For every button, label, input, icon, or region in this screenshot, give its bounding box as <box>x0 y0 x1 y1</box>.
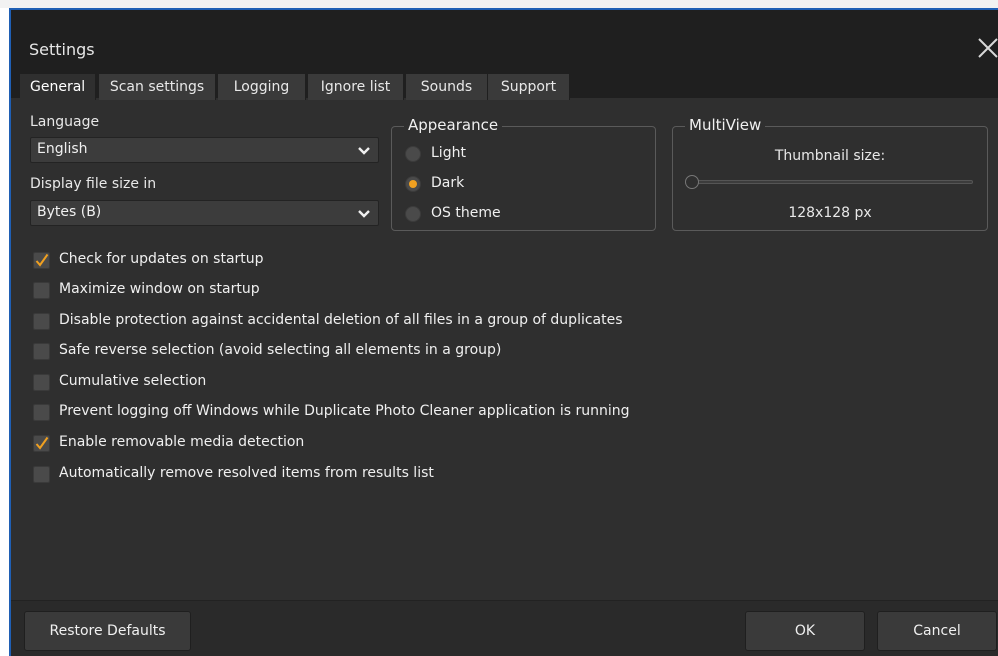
radio-os-theme[interactable]: OS theme <box>405 204 605 226</box>
filesize-value: Bytes (B) <box>37 204 102 220</box>
tab-logging[interactable]: Logging <box>218 74 306 100</box>
option-maximize-window[interactable]: Maximize window on startup <box>33 280 933 302</box>
radio-dark-label: Dark <box>431 175 465 191</box>
radio-light-label: Light <box>431 145 466 161</box>
option-label: Check for updates on startup <box>59 251 264 267</box>
thumbnail-slider-track[interactable] <box>687 180 973 184</box>
option-label: Automatically remove resolved items from… <box>59 465 434 481</box>
multiview-group: MultiView Thumbnail size: 128x128 px <box>672 116 988 231</box>
checkmark-icon <box>35 253 49 267</box>
option-disable-protection[interactable]: Disable protection against accidental de… <box>33 311 933 333</box>
thumbnail-size-label: Thumbnail size: <box>774 148 886 164</box>
checkmark-icon <box>35 436 49 450</box>
title-bar: Settings <box>11 10 998 72</box>
filesize-label: Display file size in <box>30 176 157 192</box>
checkbox[interactable] <box>33 282 50 299</box>
checkbox[interactable] <box>33 404 50 421</box>
option-auto-remove-resolved[interactable]: Automatically remove resolved items from… <box>33 464 933 486</box>
option-cumulative-selection[interactable]: Cumulative selection <box>33 372 933 394</box>
radio-dark-button[interactable] <box>405 176 421 192</box>
option-label: Maximize window on startup <box>59 281 260 297</box>
radio-dark[interactable]: Dark <box>405 174 605 196</box>
checkbox[interactable] <box>33 343 50 360</box>
settings-dialog: Settings General Scan settings Logging I… <box>9 8 998 656</box>
thumbnail-size-value: 128x128 px <box>788 205 872 221</box>
option-label: Prevent logging off Windows while Duplic… <box>59 403 630 419</box>
appearance-group: Appearance Light Dark OS theme <box>391 116 656 231</box>
window-title: Settings <box>29 40 95 59</box>
radio-light-button[interactable] <box>405 146 421 162</box>
option-removable-media[interactable]: Enable removable media detection <box>33 433 933 455</box>
ok-button[interactable]: OK <box>745 611 865 651</box>
checkbox[interactable] <box>33 313 50 330</box>
cancel-button[interactable]: Cancel <box>877 611 997 651</box>
checkbox[interactable] <box>33 435 50 452</box>
chevron-down-icon <box>358 208 370 220</box>
tab-scan-settings[interactable]: Scan settings <box>99 74 216 100</box>
tab-support[interactable]: Support <box>488 74 570 100</box>
radio-os-theme-button[interactable] <box>405 206 421 222</box>
option-label: Disable protection against accidental de… <box>59 312 623 328</box>
close-icon[interactable] <box>976 36 998 60</box>
checkbox[interactable] <box>33 374 50 391</box>
thumbnail-slider-thumb[interactable] <box>685 175 699 189</box>
option-label: Cumulative selection <box>59 373 207 389</box>
tab-general[interactable]: General <box>20 74 96 100</box>
restore-defaults-button[interactable]: Restore Defaults <box>24 611 191 651</box>
multiview-title: MultiView <box>685 116 766 134</box>
chevron-down-icon <box>358 145 370 157</box>
option-prevent-logoff[interactable]: Prevent logging off Windows while Duplic… <box>33 402 933 424</box>
tab-ignore-list[interactable]: Ignore list <box>308 74 404 100</box>
tab-sounds[interactable]: Sounds <box>406 74 488 100</box>
language-select[interactable]: English <box>30 137 379 163</box>
desktop-background <box>0 0 998 8</box>
option-check-updates[interactable]: Check for updates on startup <box>33 250 933 272</box>
option-safe-reverse-selection[interactable]: Safe reverse selection (avoid selecting … <box>33 341 933 363</box>
checkbox[interactable] <box>33 466 50 483</box>
appearance-title: Appearance <box>404 116 503 134</box>
option-label: Safe reverse selection (avoid selecting … <box>59 342 502 358</box>
radio-os-theme-label: OS theme <box>431 205 501 221</box>
language-value: English <box>37 141 88 157</box>
checkbox[interactable] <box>33 252 50 269</box>
filesize-select[interactable]: Bytes (B) <box>30 200 379 226</box>
radio-light[interactable]: Light <box>405 144 605 166</box>
option-label: Enable removable media detection <box>59 434 305 450</box>
language-label: Language <box>30 114 100 130</box>
